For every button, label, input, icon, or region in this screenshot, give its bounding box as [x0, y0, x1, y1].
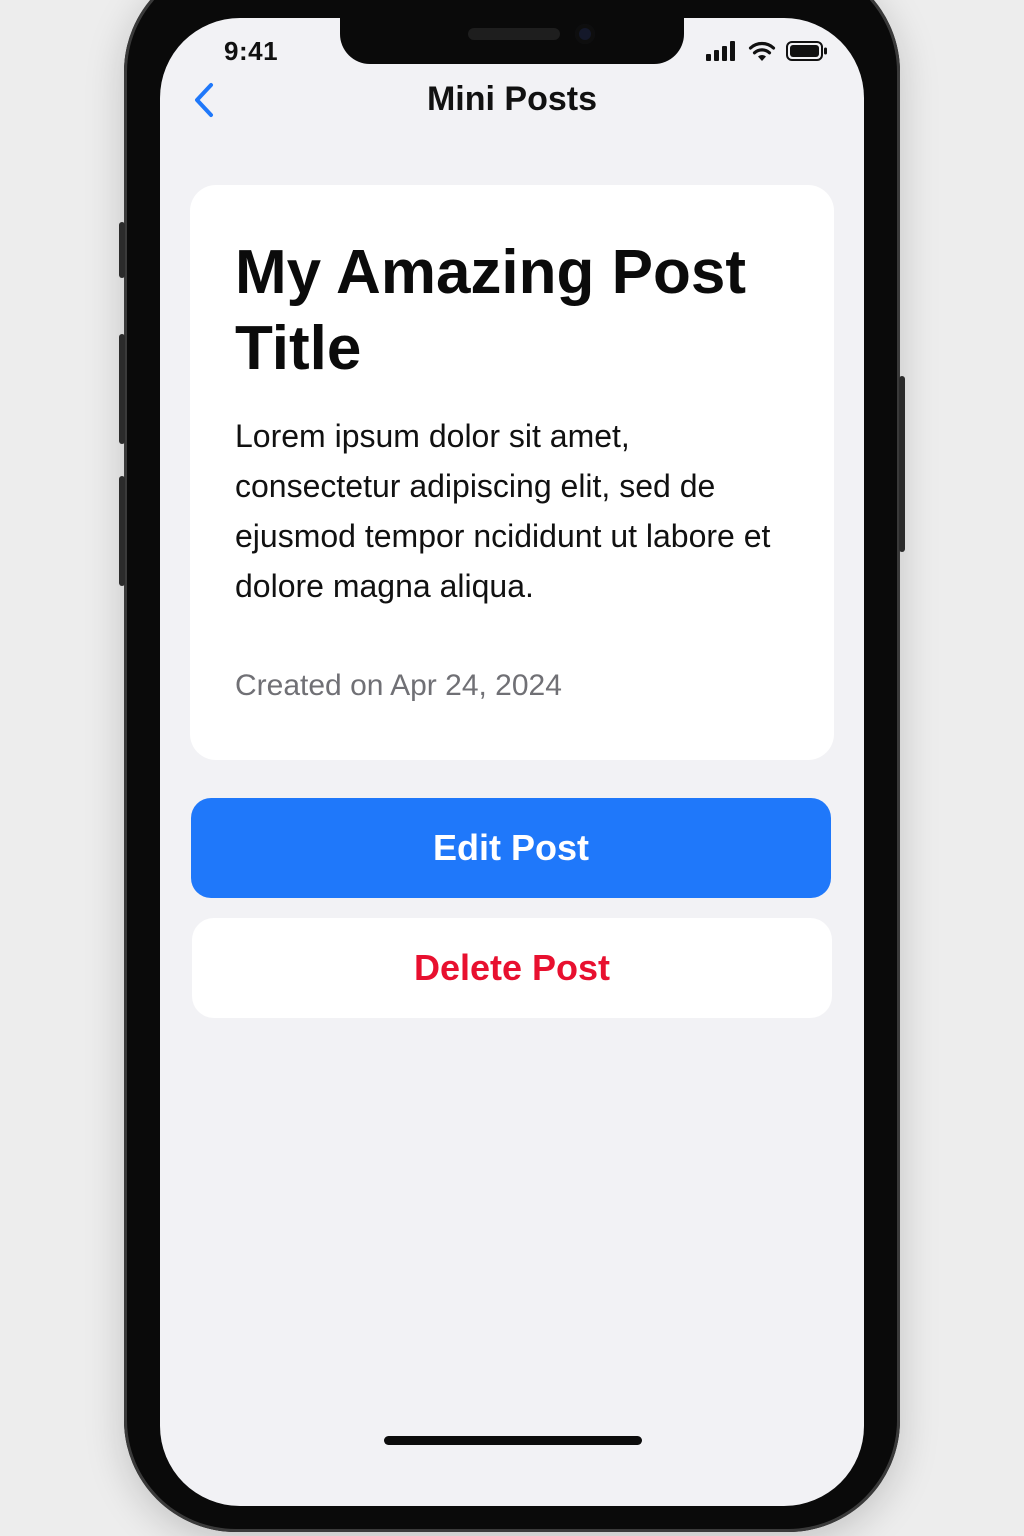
cellular-signal-icon	[706, 41, 738, 66]
volume-down-button	[119, 476, 125, 586]
power-button	[899, 376, 905, 552]
post-card: My Amazing Post Title Lorem ipsum dolor …	[190, 185, 834, 760]
wifi-icon	[748, 40, 776, 67]
post-created-date: Created on Apr 24, 2024	[235, 669, 562, 702]
volume-up-button	[119, 334, 125, 444]
stage: 9:41 Mini Posts My Amazing Post Title Lo…	[0, 0, 1024, 1536]
home-indicator[interactable]	[384, 1436, 642, 1445]
nav-title: Mini Posts	[426, 80, 598, 118]
post-body: Lorem ipsum dolor sit amet, consectetur …	[235, 418, 771, 604]
post-title: My Amazing Post Title	[235, 238, 746, 383]
speaker-grille	[468, 28, 560, 40]
screen: 9:41 Mini Posts My Amazing Post Title Lo…	[160, 18, 864, 1506]
delete-post-button[interactable]: Delete Post	[192, 918, 832, 1018]
phone-frame: 9:41 Mini Posts My Amazing Post Title Lo…	[119, 0, 905, 1532]
front-camera	[575, 24, 595, 44]
status-icons	[706, 40, 828, 67]
status-time: 9:41	[224, 36, 279, 66]
battery-icon	[786, 41, 828, 66]
silent-switch	[119, 222, 125, 278]
notch	[340, 18, 684, 64]
edit-post-button[interactable]: Edit Post	[191, 798, 831, 898]
